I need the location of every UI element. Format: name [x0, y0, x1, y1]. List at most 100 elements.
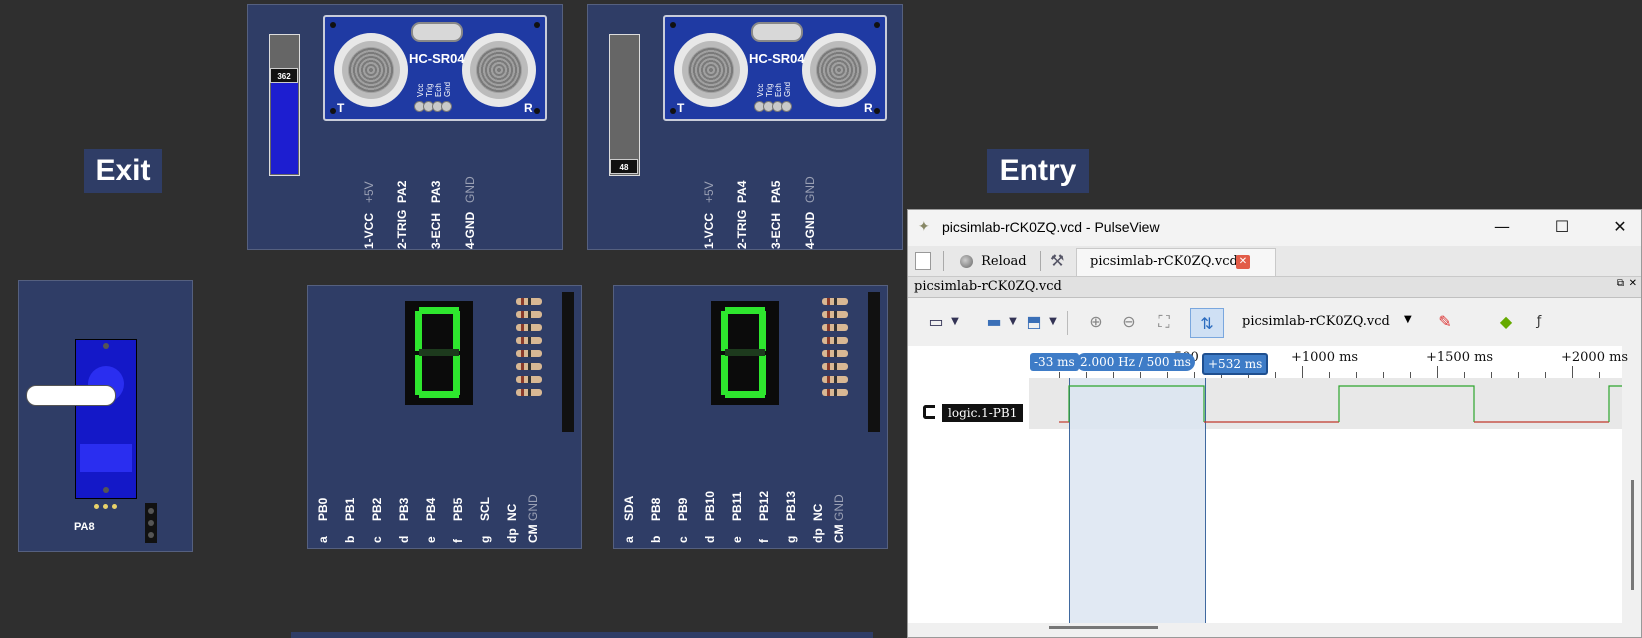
open-file-icon[interactable]: ▬ — [981, 309, 1007, 335]
pin-target: PB13 — [784, 490, 798, 521]
new-tab-icon[interactable] — [915, 252, 931, 270]
mount-hole — [534, 108, 540, 114]
reload-icon — [960, 255, 973, 268]
signal-trace-high — [1068, 385, 1205, 422]
tick-major — [1572, 366, 1573, 378]
tab-bar: Reload ⚒ picsimlab-rCK0ZQ.vcd ✕ — [908, 246, 1641, 277]
corner-label-r: R — [524, 101, 533, 115]
separator — [1067, 311, 1068, 335]
pin-label: a — [622, 536, 636, 543]
pin-tiny-label: Trig — [765, 83, 774, 97]
header-pin — [148, 520, 154, 526]
channel-name: logic.1-PB1 — [948, 406, 1018, 420]
trace-area[interactable] — [1029, 378, 1622, 623]
signal-trace-high — [1608, 385, 1622, 422]
segment-f — [415, 311, 422, 351]
tools-icon[interactable]: ⚒ — [1050, 251, 1070, 271]
resistor — [822, 324, 848, 331]
signal-trace-high — [1338, 385, 1475, 422]
minimize-button[interactable]: — — [1489, 215, 1515, 239]
time-ruler[interactable]: 500 +1000 ms +1500 ms +2000 ms -33 ms 2.… — [1029, 346, 1628, 378]
pin-label-vcc: 1-VCC — [702, 212, 716, 249]
segment-c — [453, 355, 460, 395]
device-select[interactable]: picsimlab-rCK0ZQ.vcd ▼ — [1242, 312, 1422, 332]
mount-hole — [534, 22, 540, 28]
reload-label: Reload — [981, 254, 1027, 269]
decoder-icon[interactable]: ◆ — [1493, 309, 1519, 335]
document-tab[interactable]: picsimlab-rCK0ZQ.vcd ✕ — [1076, 248, 1276, 276]
corner-label-t: T — [677, 101, 685, 115]
pin-label: e — [424, 536, 438, 543]
cursor-marker-left[interactable]: -33 ms — [1030, 353, 1079, 371]
dropdown-arrow-icon[interactable]: ▼ — [948, 309, 962, 335]
entry-label: Entry — [987, 149, 1089, 193]
pin-tiny-label: Gnd — [443, 81, 452, 97]
channel-icon[interactable] — [923, 405, 935, 419]
pin-label: CM — [526, 524, 540, 543]
resistor — [516, 337, 542, 344]
seven-segment-panel-left: a PB0 b PB1 c PB2 d PB3 e PB4 f PB5 g SC… — [307, 285, 582, 549]
pin-label: CM — [832, 524, 846, 543]
horizontal-scrollbar[interactable] — [1049, 626, 1158, 629]
tab-close-icon[interactable]: ✕ — [1236, 255, 1250, 269]
cursor-toggle-icon[interactable]: ⇅ — [1190, 308, 1224, 338]
crystal-oscillator — [751, 22, 803, 42]
pin-label: b — [343, 535, 357, 543]
resistor — [516, 376, 542, 383]
pin-label: e — [730, 536, 744, 543]
cursor-marker-right[interactable]: +532 ms — [1202, 353, 1269, 375]
resistor — [516, 324, 542, 331]
mount-hole — [103, 487, 109, 493]
tick-label: +1500 ms — [1426, 350, 1494, 365]
float-icon[interactable]: ⧉ — [1617, 278, 1624, 289]
servo-panel: PA8 — [18, 280, 193, 552]
distance-slider-right[interactable] — [609, 34, 640, 176]
pin-label-gnd: 4-GND — [803, 211, 817, 249]
pin-tiny-label: Gnd — [783, 81, 792, 97]
pin-tiny-label: Trig — [425, 83, 434, 97]
probe-icon[interactable]: ✎ — [1432, 309, 1458, 335]
pin-target: PB5 — [451, 497, 465, 521]
servo-arm[interactable] — [26, 385, 116, 406]
resistor — [822, 389, 848, 396]
zoom-fit-icon[interactable]: ⛶ — [1151, 309, 1177, 335]
cursor-measurement[interactable]: 2.000 Hz / 500 ms — [1076, 353, 1195, 371]
pin-target-vcc: +5V — [702, 181, 716, 203]
slider-value-badge[interactable]: 362 — [270, 68, 298, 83]
pin-target: GND — [832, 494, 846, 521]
pin-target: GND — [526, 494, 540, 521]
tab-label: picsimlab-rCK0ZQ.vcd — [1090, 254, 1238, 269]
resistor — [516, 350, 542, 357]
close-button[interactable]: ✕ — [1607, 215, 1633, 239]
maximize-button[interactable]: ☐ — [1549, 215, 1575, 239]
window-title: picsimlab-rCK0ZQ.vcd - PulseView — [942, 219, 1160, 235]
reload-button[interactable]: Reload — [960, 251, 1027, 271]
servo-body — [75, 339, 137, 499]
new-view-icon[interactable]: ▭ — [923, 309, 949, 335]
distance-slider-left[interactable] — [269, 34, 300, 176]
zoom-out-icon[interactable]: ⊖ — [1116, 309, 1142, 335]
resistor — [516, 298, 542, 305]
dropdown-arrow-icon[interactable]: ▼ — [1006, 309, 1020, 335]
servo-led — [94, 504, 99, 509]
channel-label[interactable]: logic.1-PB1 — [942, 404, 1024, 422]
pin-label: f — [451, 539, 465, 543]
pin-tiny-label: Vcc — [756, 83, 765, 97]
mount-hole — [874, 22, 880, 28]
app-icon: ✦ — [918, 219, 930, 235]
dropdown-arrow-icon[interactable]: ▼ — [1046, 309, 1060, 335]
pin-target-ech: PA3 — [429, 180, 443, 203]
math-signal-icon[interactable]: ƒ — [1526, 309, 1552, 335]
pin-label: dp — [811, 528, 825, 543]
corner-label-r: R — [864, 101, 873, 115]
save-icon[interactable]: ⬒ — [1021, 309, 1047, 335]
zoom-in-icon[interactable]: ⊕ — [1083, 309, 1109, 335]
vertical-scrollbar[interactable] — [1631, 480, 1634, 590]
close-dock-icon[interactable]: ✕ — [1629, 278, 1637, 289]
slider-value-badge[interactable]: 48 — [610, 159, 638, 174]
pin-target-trig: PA4 — [735, 180, 749, 203]
signal-waveform — [1059, 385, 1622, 423]
resistor — [516, 363, 542, 370]
segment-e — [415, 355, 422, 395]
corner-label-t: T — [337, 101, 345, 115]
